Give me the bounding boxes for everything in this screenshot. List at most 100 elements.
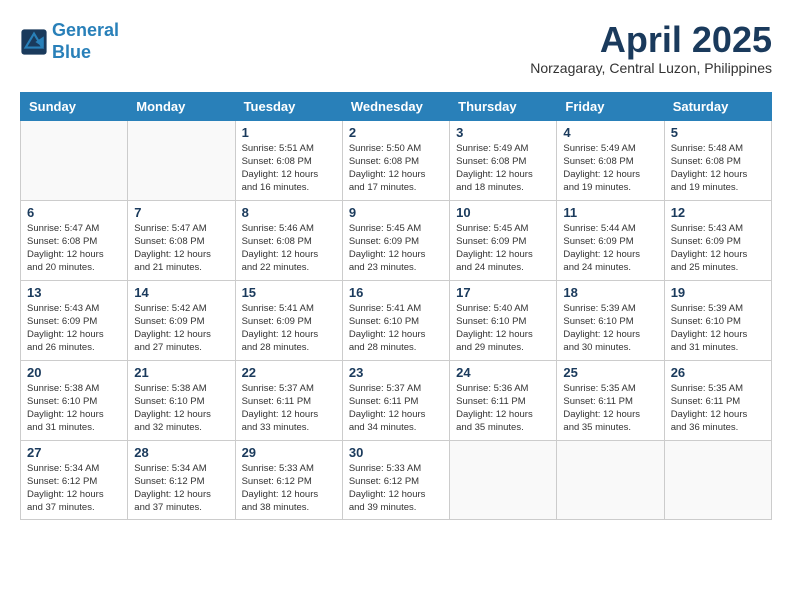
day-info: Sunrise: 5:34 AM Sunset: 6:12 PM Dayligh…: [27, 462, 121, 515]
calendar-cell: 4Sunrise: 5:49 AM Sunset: 6:08 PM Daylig…: [557, 120, 664, 200]
weekday-header-saturday: Saturday: [664, 92, 771, 120]
calendar-cell: 6 Sunrise: 5:47 AM Sunset: 6:08 PM Daylig…: [21, 200, 128, 280]
calendar-cell: 12 Sunrise: 5:43 AM Sunset: 6:09 PM Dayli…: [664, 200, 771, 280]
weekday-header-wednesday: Wednesday: [342, 92, 449, 120]
day-number: 17: [456, 285, 550, 300]
day-info: Sunrise: 5:42 AM Sunset: 6:09 PM Dayligh…: [134, 302, 228, 355]
calendar-cell: 14 Sunrise: 5:42 AM Sunset: 6:09 PM Dayli…: [128, 280, 235, 360]
day-info: Sunrise: 5:38 AM Sunset: 6:10 PM Dayligh…: [27, 382, 121, 435]
day-number: 18: [563, 285, 657, 300]
calendar-cell: 16Sunrise: 5:41 AM Sunset: 6:10 PM Dayli…: [342, 280, 449, 360]
day-info: Sunrise: 5:37 AM Sunset: 6:11 PM Dayligh…: [349, 382, 443, 435]
day-info: Sunrise: 5:36 AM Sunset: 6:11 PM Dayligh…: [456, 382, 550, 435]
calendar-cell: 17 Sunrise: 5:40 AM Sunset: 6:10 PM Dayli…: [450, 280, 557, 360]
day-info: Sunrise: 5:43 AM Sunset: 6:09 PM Dayligh…: [27, 302, 121, 355]
calendar-table: SundayMondayTuesdayWednesdayThursdayFrid…: [20, 92, 772, 520]
day-number: 5: [671, 125, 765, 140]
calendar-cell: [128, 120, 235, 200]
calendar-cell: 19Sunrise: 5:39 AM Sunset: 6:10 PM Dayli…: [664, 280, 771, 360]
day-info: Sunrise: 5:46 AM Sunset: 6:08 PM Dayligh…: [242, 222, 336, 275]
calendar-cell: 21 Sunrise: 5:38 AM Sunset: 6:10 PM Dayli…: [128, 360, 235, 440]
day-info: Sunrise: 5:39 AM Sunset: 6:10 PM Dayligh…: [671, 302, 765, 355]
calendar-cell: 18Sunrise: 5:39 AM Sunset: 6:10 PM Dayli…: [557, 280, 664, 360]
calendar-week-5: 27 Sunrise: 5:34 AM Sunset: 6:12 PM Dayli…: [21, 440, 772, 519]
day-number: 2: [349, 125, 443, 140]
day-number: 3: [456, 125, 550, 140]
day-info: Sunrise: 5:35 AM Sunset: 6:11 PM Dayligh…: [563, 382, 657, 435]
day-number: 15: [242, 285, 336, 300]
calendar-week-3: 13 Sunrise: 5:43 AM Sunset: 6:09 PM Dayli…: [21, 280, 772, 360]
calendar-cell: 28Sunrise: 5:34 AM Sunset: 6:12 PM Dayli…: [128, 440, 235, 519]
day-number: 11: [563, 205, 657, 220]
calendar-cell: 5 Sunrise: 5:48 AM Sunset: 6:08 PM Daylig…: [664, 120, 771, 200]
calendar-cell: 30Sunrise: 5:33 AM Sunset: 6:12 PM Dayli…: [342, 440, 449, 519]
page-header: General Blue April 2025 Norzagaray, Cent…: [20, 20, 772, 76]
day-number: 20: [27, 365, 121, 380]
day-info: Sunrise: 5:40 AM Sunset: 6:10 PM Dayligh…: [456, 302, 550, 355]
day-info: Sunrise: 5:45 AM Sunset: 6:09 PM Dayligh…: [349, 222, 443, 275]
day-number: 21: [134, 365, 228, 380]
logo-icon: [20, 28, 48, 56]
calendar-cell: 29 Sunrise: 5:33 AM Sunset: 6:12 PM Dayli…: [235, 440, 342, 519]
weekday-header-monday: Monday: [128, 92, 235, 120]
day-number: 24: [456, 365, 550, 380]
day-number: 1: [242, 125, 336, 140]
day-info: Sunrise: 5:49 AM Sunset: 6:08 PM Dayligh…: [456, 142, 550, 195]
calendar-cell: 15 Sunrise: 5:41 AM Sunset: 6:09 PM Dayli…: [235, 280, 342, 360]
calendar-cell: 2 Sunrise: 5:50 AM Sunset: 6:08 PM Daylig…: [342, 120, 449, 200]
calendar-cell: 9 Sunrise: 5:45 AM Sunset: 6:09 PM Daylig…: [342, 200, 449, 280]
day-number: 4: [563, 125, 657, 140]
day-info: Sunrise: 5:48 AM Sunset: 6:08 PM Dayligh…: [671, 142, 765, 195]
month-title: April 2025: [530, 20, 772, 60]
day-info: Sunrise: 5:34 AM Sunset: 6:12 PM Dayligh…: [134, 462, 228, 515]
day-info: Sunrise: 5:51 AM Sunset: 6:08 PM Dayligh…: [242, 142, 336, 195]
day-info: Sunrise: 5:38 AM Sunset: 6:10 PM Dayligh…: [134, 382, 228, 435]
day-info: Sunrise: 5:44 AM Sunset: 6:09 PM Dayligh…: [563, 222, 657, 275]
calendar-cell: 27 Sunrise: 5:34 AM Sunset: 6:12 PM Dayli…: [21, 440, 128, 519]
calendar-week-4: 20 Sunrise: 5:38 AM Sunset: 6:10 PM Dayli…: [21, 360, 772, 440]
day-number: 7: [134, 205, 228, 220]
calendar-cell: 22 Sunrise: 5:37 AM Sunset: 6:11 PM Dayli…: [235, 360, 342, 440]
day-number: 26: [671, 365, 765, 380]
calendar-cell: 24 Sunrise: 5:36 AM Sunset: 6:11 PM Dayli…: [450, 360, 557, 440]
calendar-week-2: 6 Sunrise: 5:47 AM Sunset: 6:08 PM Daylig…: [21, 200, 772, 280]
calendar-cell: 20 Sunrise: 5:38 AM Sunset: 6:10 PM Dayli…: [21, 360, 128, 440]
weekday-header-friday: Friday: [557, 92, 664, 120]
day-number: 13: [27, 285, 121, 300]
calendar-cell: 10 Sunrise: 5:45 AM Sunset: 6:09 PM Dayli…: [450, 200, 557, 280]
day-info: Sunrise: 5:50 AM Sunset: 6:08 PM Dayligh…: [349, 142, 443, 195]
weekday-header-row: SundayMondayTuesdayWednesdayThursdayFrid…: [21, 92, 772, 120]
logo-line1: General: [52, 20, 119, 40]
calendar-cell: 7 Sunrise: 5:47 AM Sunset: 6:08 PM Daylig…: [128, 200, 235, 280]
calendar-cell: 23 Sunrise: 5:37 AM Sunset: 6:11 PM Dayli…: [342, 360, 449, 440]
day-number: 22: [242, 365, 336, 380]
title-block: April 2025 Norzagaray, Central Luzon, Ph…: [530, 20, 772, 76]
location-subtitle: Norzagaray, Central Luzon, Philippines: [530, 60, 772, 76]
logo: General Blue: [20, 20, 119, 63]
calendar-cell: 1 Sunrise: 5:51 AM Sunset: 6:08 PM Daylig…: [235, 120, 342, 200]
day-info: Sunrise: 5:41 AM Sunset: 6:09 PM Dayligh…: [242, 302, 336, 355]
day-number: 6: [27, 205, 121, 220]
calendar-cell: 25 Sunrise: 5:35 AM Sunset: 6:11 PM Dayli…: [557, 360, 664, 440]
day-number: 9: [349, 205, 443, 220]
calendar-cell: [21, 120, 128, 200]
day-info: Sunrise: 5:45 AM Sunset: 6:09 PM Dayligh…: [456, 222, 550, 275]
day-info: Sunrise: 5:37 AM Sunset: 6:11 PM Dayligh…: [242, 382, 336, 435]
day-number: 12: [671, 205, 765, 220]
day-number: 23: [349, 365, 443, 380]
day-number: 10: [456, 205, 550, 220]
calendar-cell: 3 Sunrise: 5:49 AM Sunset: 6:08 PM Daylig…: [450, 120, 557, 200]
calendar-cell: [664, 440, 771, 519]
day-number: 29: [242, 445, 336, 460]
day-number: 14: [134, 285, 228, 300]
day-number: 27: [27, 445, 121, 460]
day-number: 25: [563, 365, 657, 380]
day-info: Sunrise: 5:35 AM Sunset: 6:11 PM Dayligh…: [671, 382, 765, 435]
weekday-header-thursday: Thursday: [450, 92, 557, 120]
day-info: Sunrise: 5:43 AM Sunset: 6:09 PM Dayligh…: [671, 222, 765, 275]
day-info: Sunrise: 5:33 AM Sunset: 6:12 PM Dayligh…: [242, 462, 336, 515]
day-info: Sunrise: 5:47 AM Sunset: 6:08 PM Dayligh…: [134, 222, 228, 275]
day-info: Sunrise: 5:47 AM Sunset: 6:08 PM Dayligh…: [27, 222, 121, 275]
calendar-week-1: 1 Sunrise: 5:51 AM Sunset: 6:08 PM Daylig…: [21, 120, 772, 200]
day-number: 16: [349, 285, 443, 300]
